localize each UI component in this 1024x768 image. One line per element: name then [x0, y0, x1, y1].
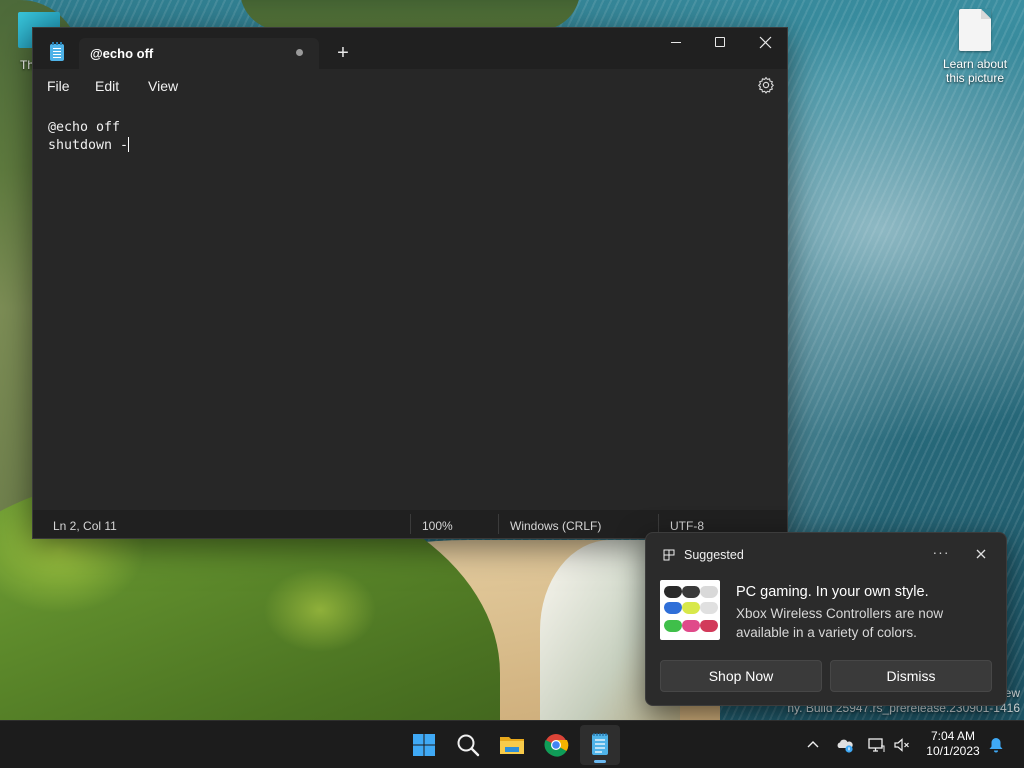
new-tab-button[interactable]: +: [329, 40, 357, 66]
cursor-position: Ln 2, Col 11: [53, 519, 117, 533]
editor-line-1: @echo off: [48, 120, 121, 135]
shop-now-button[interactable]: Shop Now: [660, 660, 822, 692]
notepad-window: @echo off + File Edit View @echo off shu…: [32, 27, 788, 539]
start-button[interactable]: [404, 725, 444, 765]
status-divider: [498, 514, 499, 534]
notification-bell-icon[interactable]: [986, 735, 1006, 755]
menu-edit[interactable]: Edit: [95, 78, 119, 94]
active-app-indicator: [594, 760, 606, 763]
menu-file[interactable]: File: [47, 78, 70, 94]
menu-bar: File Edit View: [33, 69, 787, 103]
notepad-icon: [50, 42, 64, 61]
title-bar[interactable]: @echo off +: [33, 28, 787, 69]
desktop-icon-label: Learn about this picture: [942, 57, 1008, 85]
onedrive-cloud-icon[interactable]: [835, 735, 855, 755]
maximize-button[interactable]: [697, 28, 743, 58]
network-icon[interactable]: [866, 735, 886, 755]
desktop-icon-learn-about-picture[interactable]: Learn about this picture: [935, 9, 1015, 85]
system-clock[interactable]: 7:04 AM 10/1/2023: [920, 729, 986, 759]
notification-toast[interactable]: Suggested ··· PC gaming. In your own sty…: [645, 532, 1007, 706]
taskbar: 7:04 AM 10/1/2023: [0, 720, 1024, 768]
document-icon: [959, 9, 991, 51]
text-caret: [128, 137, 130, 152]
maximize-icon: [715, 37, 725, 47]
chrome-icon: [544, 734, 569, 757]
folder-icon: [500, 737, 524, 754]
status-divider: [410, 514, 411, 534]
file-explorer-button[interactable]: [492, 725, 532, 765]
status-divider: [658, 514, 659, 534]
clock-time: 7:04 AM: [930, 729, 976, 743]
menu-view[interactable]: View: [148, 78, 178, 94]
search-icon: [457, 734, 480, 757]
editor-content[interactable]: @echo off shutdown -: [48, 119, 130, 155]
tab-echo-off[interactable]: @echo off: [79, 38, 319, 69]
minimize-button[interactable]: [653, 28, 699, 58]
xbox-controllers-image: [660, 580, 720, 640]
gear-icon[interactable]: [757, 76, 775, 94]
more-options-button[interactable]: ···: [928, 541, 954, 567]
minimize-icon: [671, 42, 681, 43]
tab-title: @echo off: [90, 46, 154, 61]
close-icon[interactable]: [968, 541, 994, 567]
unsaved-indicator-icon[interactable]: [296, 49, 303, 56]
wallpaper-cliff-top: [240, 0, 580, 30]
windows-logo-icon: [413, 734, 435, 756]
line-ending[interactable]: Windows (CRLF): [510, 519, 601, 533]
notification-body: Xbox Wireless Controllers are now availa…: [736, 606, 944, 640]
editor-line-2: shutdown -: [48, 138, 129, 153]
notepad-icon: [592, 733, 608, 755]
text-editor[interactable]: @echo off shutdown -: [33, 103, 787, 510]
notification-title: PC gaming. In your own style.: [736, 584, 929, 600]
suggested-icon: [663, 549, 675, 561]
volume-muted-icon[interactable]: [892, 735, 912, 755]
close-button[interactable]: [742, 28, 788, 58]
search-button[interactable]: [448, 725, 488, 765]
chrome-button[interactable]: [536, 725, 576, 765]
encoding[interactable]: UTF-8: [670, 519, 704, 533]
clock-date: 10/1/2023: [926, 744, 980, 758]
zoom-level[interactable]: 100%: [422, 519, 453, 533]
notification-header: Suggested: [684, 548, 744, 562]
chevron-up-icon[interactable]: [803, 735, 823, 755]
dismiss-button[interactable]: Dismiss: [830, 660, 992, 692]
close-icon: [759, 36, 772, 49]
notepad-taskbar-button[interactable]: [580, 725, 620, 765]
